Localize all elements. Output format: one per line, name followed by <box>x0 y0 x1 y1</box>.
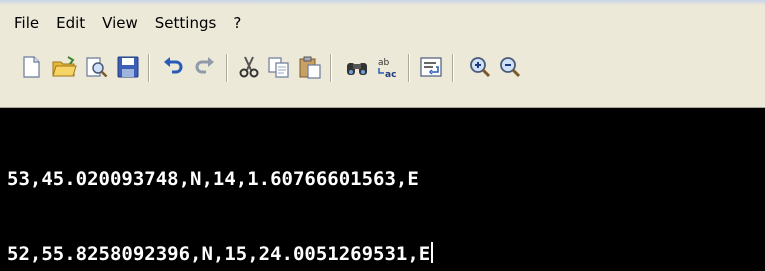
toolbar: ab ac <box>0 40 765 108</box>
toolbar-separator <box>148 54 150 82</box>
new-file-icon[interactable] <box>18 54 44 80</box>
editor-line-with-caret: 52,55.8258092396,N,15,24.0051269531,E <box>7 242 765 267</box>
svg-text:ab: ab <box>378 58 390 68</box>
open-folder-icon[interactable] <box>51 54 77 80</box>
menu-file[interactable]: File <box>14 13 39 33</box>
menu-help[interactable]: ? <box>233 13 241 33</box>
menu-edit[interactable]: Edit <box>56 13 85 33</box>
save-icon[interactable] <box>115 54 141 80</box>
replace-icon[interactable]: ab ac <box>375 54 401 80</box>
notepad-window: File Edit View Settings ? ab ac 53,45.02… <box>0 0 765 271</box>
menu-settings[interactable]: Settings <box>155 13 217 33</box>
toolbar-separator <box>408 54 410 82</box>
menu-bar: File Edit View Settings ? <box>0 5 765 40</box>
toolbar-separator <box>330 54 332 82</box>
word-wrap-icon[interactable] <box>418 54 444 80</box>
cut-icon[interactable] <box>236 54 262 80</box>
zoom-out-icon[interactable] <box>497 54 523 80</box>
editor-line: 53,45.020093748,N,14,1.60766601563,E <box>7 168 419 190</box>
menu-view[interactable]: View <box>102 13 138 33</box>
zoom-in-icon[interactable] <box>467 54 493 80</box>
find-icon[interactable] <box>344 54 370 80</box>
redo-icon[interactable] <box>192 54 218 80</box>
text-editor-area[interactable]: 53,45.020093748,N,14,1.60766601563,E 52,… <box>0 108 765 271</box>
print-preview-icon[interactable] <box>83 54 109 80</box>
undo-icon[interactable] <box>160 54 186 80</box>
text-caret <box>431 242 434 263</box>
toolbar-separator <box>226 54 228 82</box>
editor-line-text: 52,55.8258092396,N,15,24.0051269531,E <box>7 243 431 265</box>
svg-text:ac: ac <box>385 70 396 80</box>
paste-icon[interactable] <box>297 54 323 80</box>
copy-icon[interactable] <box>266 54 292 80</box>
toolbar-separator <box>452 54 454 82</box>
